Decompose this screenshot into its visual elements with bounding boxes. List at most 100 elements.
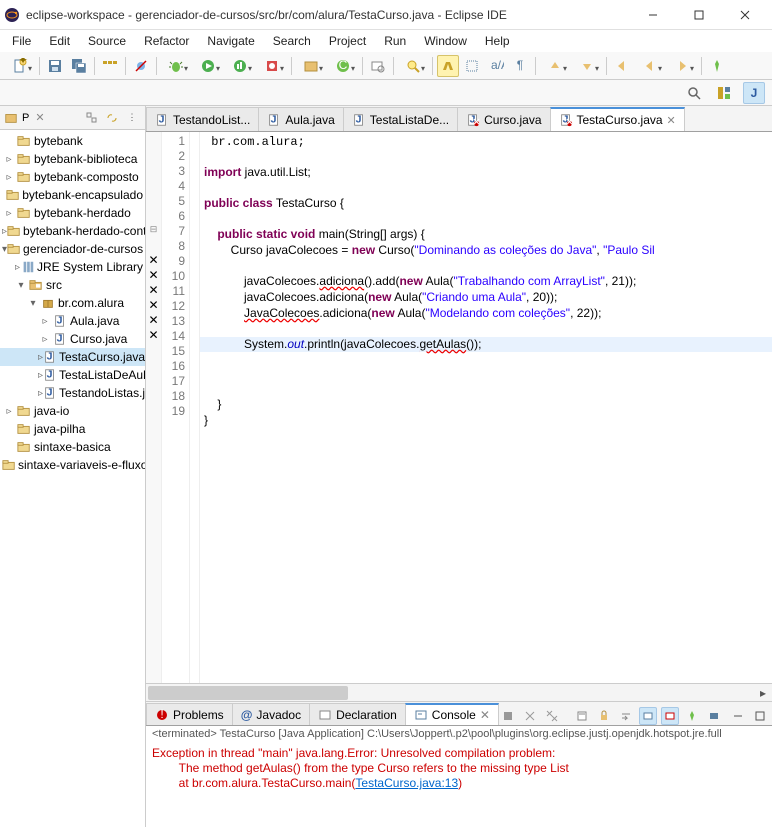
tree-node[interactable]: ▾src	[0, 276, 145, 294]
pin-button[interactable]: ¶	[509, 55, 531, 77]
minimize-panel-button[interactable]	[729, 707, 747, 725]
tree-node[interactable]: sintaxe-basica	[0, 438, 145, 456]
next-annotation-button[interactable]: ▾	[572, 55, 602, 77]
show-whitespace-button[interactable]: a/A	[485, 55, 507, 77]
link-editor-button[interactable]	[104, 110, 120, 126]
editor-tab[interactable]: JAula.java	[258, 107, 343, 131]
quick-search-button[interactable]	[683, 82, 705, 104]
editor-horizontal-scroll[interactable]: ▸	[146, 683, 772, 701]
close-window-button[interactable]	[722, 0, 768, 30]
external-tools-button[interactable]: ▾	[257, 55, 287, 77]
open-perspective-button[interactable]	[713, 82, 735, 104]
pin-console-button[interactable]	[683, 707, 701, 725]
code-editor[interactable]: ⊟✕✕✕✕✕✕ 12345678910111213141516171819 br…	[146, 132, 772, 683]
scroll-right-icon[interactable]: ▸	[756, 686, 770, 700]
show-console-on-err-button[interactable]	[661, 707, 679, 725]
clear-console-button[interactable]	[573, 707, 591, 725]
show-console-on-out-button[interactable]	[639, 707, 657, 725]
terminate-button[interactable]	[499, 707, 517, 725]
editor-tab[interactable]: JTestaListaDe...	[343, 107, 458, 131]
tree-node[interactable]: ▹bytebank-herdado-conta	[0, 222, 145, 240]
twisty-icon[interactable]: ▹	[2, 208, 16, 219]
error-marker-icon[interactable]: ✕	[148, 283, 158, 297]
remove-all-button[interactable]	[543, 707, 561, 725]
prev-annotation-button[interactable]: ▾	[540, 55, 570, 77]
twisty-icon[interactable]: ▾	[26, 298, 40, 309]
tree-node[interactable]: ▹JRE System Library	[0, 258, 145, 276]
menu-project[interactable]: Project	[321, 32, 374, 50]
close-tab-icon[interactable]: ✕	[480, 708, 490, 722]
java-perspective-button[interactable]: J	[743, 82, 765, 104]
error-marker-icon[interactable]: ✕	[148, 268, 158, 282]
menu-window[interactable]: Window	[416, 32, 475, 50]
twisty-icon[interactable]: ▹	[2, 172, 16, 183]
save-all-button[interactable]	[68, 55, 90, 77]
view-menu-button[interactable]: ⋮	[124, 110, 140, 126]
maximize-button[interactable]	[676, 0, 722, 30]
error-marker-icon[interactable]: ✕	[148, 298, 158, 312]
tree-node[interactable]: ▹JTestandoListas.java	[0, 384, 145, 402]
menu-navigate[interactable]: Navigate	[199, 32, 262, 50]
minimize-button[interactable]	[630, 0, 676, 30]
tree-node[interactable]: java-pilha	[0, 420, 145, 438]
tree-node[interactable]: ▾gerenciador-de-cursos	[0, 240, 145, 258]
collapse-all-button[interactable]	[84, 110, 100, 126]
twisty-icon[interactable]: ▹	[38, 334, 52, 345]
editor-tab[interactable]: J✕Curso.java	[457, 107, 550, 131]
coverage-button[interactable]: ▾	[225, 55, 255, 77]
menu-help[interactable]: Help	[477, 32, 518, 50]
editor-tab[interactable]: J✕TestaCurso.java✕	[550, 107, 685, 131]
word-wrap-button[interactable]	[617, 707, 635, 725]
menu-file[interactable]: File	[4, 32, 39, 50]
tree-node[interactable]: ▹bytebank-biblioteca	[0, 150, 145, 168]
bottom-tab-problems[interactable]: !Problems	[146, 703, 233, 725]
editor-tab[interactable]: JTestandoList...	[146, 107, 259, 131]
tree-node[interactable]: ▹bytebank-composto	[0, 168, 145, 186]
menu-source[interactable]: Source	[80, 32, 134, 50]
toggle-block-select-button[interactable]	[461, 55, 483, 77]
twisty-icon[interactable]: ▹	[38, 316, 52, 327]
twisty-icon[interactable]: ▹	[2, 406, 16, 417]
run-button[interactable]: ▾	[193, 55, 223, 77]
console-output[interactable]: Exception in thread "main" java.lang.Err…	[146, 744, 772, 827]
bottom-tab-declaration[interactable]: Declaration	[309, 703, 406, 725]
display-console-button[interactable]	[705, 707, 723, 725]
pin-editor-button[interactable]	[706, 55, 728, 77]
new-package-button[interactable]: ▾	[296, 55, 326, 77]
tree-node[interactable]: ▾br.com.alura	[0, 294, 145, 312]
error-marker-icon[interactable]: ✕	[148, 328, 158, 342]
error-marker-icon[interactable]: ✕	[148, 313, 158, 327]
back-history-button[interactable]: ▾	[635, 55, 665, 77]
new-class-button[interactable]: C▾	[328, 55, 358, 77]
debug-button[interactable]: ▾	[161, 55, 191, 77]
back-button[interactable]	[611, 55, 633, 77]
stack-link[interactable]: TestaCurso.java:13	[355, 776, 458, 790]
close-tab-icon[interactable]: ✕	[667, 114, 676, 127]
tree-node[interactable]: ▹JCurso.java	[0, 330, 145, 348]
error-marker-icon[interactable]: ✕	[148, 253, 158, 267]
twisty-icon[interactable]: ▾	[14, 280, 28, 291]
toggle-highlight-button[interactable]	[437, 55, 459, 77]
tree-node[interactable]: ▹java-io	[0, 402, 145, 420]
code-area[interactable]: br.com.alura; import java.util.List; pub…	[200, 132, 772, 683]
tree-node[interactable]: ▹JTestaListaDeAula.java	[0, 366, 145, 384]
tree-node[interactable]: ▹JAula.java	[0, 312, 145, 330]
project-tree[interactable]: bytebank▹bytebank-biblioteca▹bytebank-co…	[0, 130, 145, 827]
menu-refactor[interactable]: Refactor	[136, 32, 197, 50]
open-type-button[interactable]	[367, 55, 389, 77]
tree-node[interactable]: ▹bytebank-herdado	[0, 204, 145, 222]
bottom-tab-javadoc[interactable]: @Javadoc	[232, 703, 310, 725]
remove-launch-button[interactable]	[521, 707, 539, 725]
tree-node[interactable]: sintaxe-variaveis-e-fluxo	[0, 456, 145, 474]
forward-history-button[interactable]: ▾	[667, 55, 697, 77]
tree-node[interactable]: bytebank	[0, 132, 145, 150]
menu-search[interactable]: Search	[265, 32, 319, 50]
scroll-thumb[interactable]	[148, 686, 348, 700]
toggle-breadcrumb-button[interactable]	[99, 55, 121, 77]
save-button[interactable]	[44, 55, 66, 77]
tree-node[interactable]: ▹JTestaCurso.java	[0, 348, 145, 366]
search-button[interactable]: ▾	[398, 55, 428, 77]
menu-edit[interactable]: Edit	[41, 32, 78, 50]
skip-breakpoints-button[interactable]	[130, 55, 152, 77]
tree-node[interactable]: bytebank-encapsulado	[0, 186, 145, 204]
